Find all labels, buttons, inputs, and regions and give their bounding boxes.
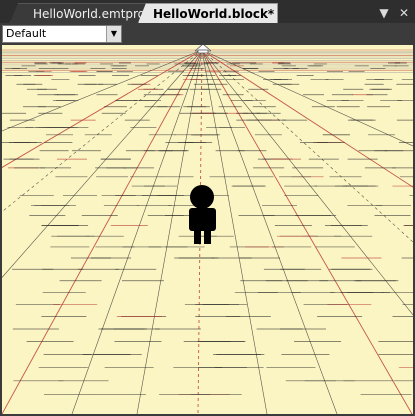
tab-bar: HelloWorld.emtproj HelloWorld.block* ▼ ✕ — [0, 0, 415, 23]
scene-viewport[interactable] — [2, 45, 413, 414]
tab-helloworld-emtproj[interactable]: HelloWorld.emtproj — [10, 3, 150, 23]
toolbar: Default ▼ — [0, 23, 415, 45]
scene-canvas[interactable] — [2, 45, 413, 414]
editor-window: HelloWorld.emtproj HelloWorld.block* ▼ ✕… — [0, 0, 415, 416]
chevron-down-icon[interactable]: ▼ — [377, 6, 391, 20]
tab-helloworld-block[interactable]: HelloWorld.block* — [138, 3, 278, 23]
layer-select-value: Default — [6, 27, 47, 40]
dropdown-arrow-icon[interactable]: ▼ — [106, 26, 121, 42]
layer-select[interactable]: Default ▼ — [2, 25, 122, 43]
tab-controls: ▼ ✕ — [377, 3, 411, 23]
close-icon[interactable]: ✕ — [397, 6, 411, 20]
horizon-handle-icon[interactable] — [195, 45, 211, 53]
